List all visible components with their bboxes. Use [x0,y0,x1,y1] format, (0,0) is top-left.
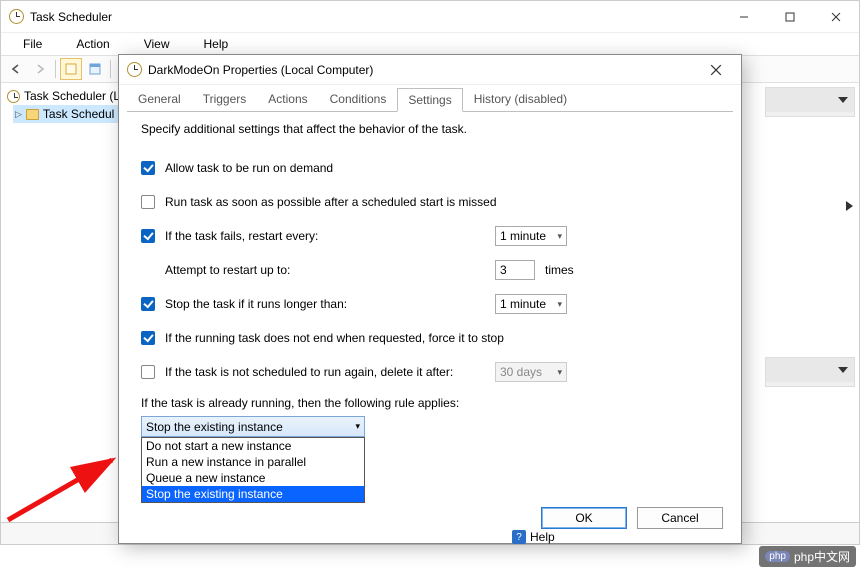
tree-root-label: Task Scheduler (L [24,89,120,103]
actions-panel [765,87,855,387]
checkbox-stop-longer[interactable] [141,297,155,311]
rule-dropdown-list: Do not start a new instance Run a new in… [141,437,365,503]
label-rule: If the task is already running, then the… [141,396,719,410]
menu-help[interactable]: Help [188,35,245,53]
checkbox-run-asap[interactable] [141,195,155,209]
scheduler-icon [7,90,20,103]
actions-head-1[interactable] [766,88,854,112]
label-if-fails: If the task fails, restart every: [165,229,495,243]
label-run-asap: Run task as soon as possible after a sch… [165,195,497,209]
chevron-down-icon: ▾ [557,299,562,310]
row-force-stop: If the running task does not end when re… [141,324,719,352]
collapse-icon [838,97,848,103]
help-icon: ? [512,530,526,544]
app-title: Task Scheduler [30,10,721,24]
label-delete-after: If the task is not scheduled to run agai… [165,365,495,379]
rule-combo: Stop the existing instance ▾ Do not star… [141,416,719,437]
toolbar-separator [110,60,111,78]
label-force-stop: If the running task does not end when re… [165,331,504,345]
row-attempt: Attempt to restart up to: 3 times [165,256,719,284]
tab-conditions[interactable]: Conditions [319,87,398,111]
tab-actions[interactable]: Actions [257,87,318,111]
rule-option-1[interactable]: Run a new instance in parallel [142,454,364,470]
row-run-asap: Run task as soon as possible after a sch… [141,188,719,216]
dialog-icon [127,62,142,77]
watermark-text: php中文网 [794,548,850,565]
cancel-button[interactable]: Cancel [637,507,723,529]
actions-section-2 [765,357,855,387]
row-delete-after: If the task is not scheduled to run agai… [141,358,719,386]
menu-view[interactable]: View [128,35,186,53]
forward-button[interactable] [29,58,51,80]
checkbox-delete-after[interactable] [141,365,155,379]
tree-library-label: Task Schedul [43,107,114,121]
tab-general[interactable]: General [127,87,192,111]
checkbox-force-stop[interactable] [141,331,155,345]
php-icon: php [765,551,790,562]
checkbox-if-fails[interactable] [141,229,155,243]
menubar: File Action View Help [1,33,859,55]
tab-triggers[interactable]: Triggers [192,87,258,111]
row-stop-longer: Stop the task if it runs longer than: 1 … [141,290,719,318]
app-icon [9,9,24,24]
actions-section-1 [765,87,855,117]
titlebar: Task Scheduler [1,1,859,33]
rule-option-2[interactable]: Queue a new instance [142,470,364,486]
help-label: Help [530,530,555,544]
rule-option-0[interactable]: Do not start a new instance [142,438,364,454]
maximize-button[interactable] [767,1,813,33]
row-if-fails: If the task fails, restart every: 1 minu… [141,222,719,250]
rule-option-3[interactable]: Stop the existing instance [142,486,364,502]
collapse-icon [838,367,848,373]
checkbox-allow-on-demand[interactable] [141,161,155,175]
toolbar-button-2[interactable] [84,58,106,80]
back-button[interactable] [5,58,27,80]
chevron-down-icon: ▾ [557,231,562,242]
expand-icon[interactable]: ▷ [15,109,22,120]
settings-description: Specify additional settings that affect … [141,122,719,136]
select-rule-value: Stop the existing instance [146,420,283,434]
run-arrow-icon [846,201,853,211]
input-attempt-count[interactable]: 3 [495,260,535,280]
label-stop-longer: Stop the task if it runs longer than: [165,297,495,311]
actions-head-2[interactable] [766,358,854,382]
tab-body: Specify additional settings that affect … [127,111,733,491]
dialog-buttons: OK Cancel [541,507,723,529]
watermark: php php中文网 [759,546,856,567]
dialog-close-button[interactable] [699,57,733,83]
tab-history[interactable]: History (disabled) [463,87,578,111]
menu-action[interactable]: Action [60,35,125,53]
ok-button[interactable]: OK [541,507,627,529]
label-allow-on-demand: Allow task to be run on demand [165,161,333,175]
toolbar-separator [55,60,56,78]
select-delete-after: 30 days▾ [495,362,567,382]
label-attempt-suffix: times [545,263,574,277]
properties-dialog: DarkModeOn Properties (Local Computer) G… [118,54,742,544]
minimize-button[interactable] [721,1,767,33]
folder-icon [26,109,39,120]
select-stop-longer[interactable]: 1 minute▾ [495,294,567,314]
row-allow-on-demand: Allow task to be run on demand [141,154,719,182]
dialog-tabs: General Triggers Actions Conditions Sett… [119,85,741,111]
close-button[interactable] [813,1,859,33]
menu-file[interactable]: File [7,35,58,53]
help-fragment: ? Help [512,530,555,544]
dialog-title: DarkModeOn Properties (Local Computer) [148,63,699,77]
dialog-titlebar: DarkModeOn Properties (Local Computer) [119,55,741,85]
label-attempt: Attempt to restart up to: [165,263,495,277]
chevron-down-icon: ▾ [557,367,562,378]
select-rule[interactable]: Stop the existing instance ▾ [141,416,365,437]
chevron-down-icon: ▾ [355,421,360,432]
tab-settings[interactable]: Settings [397,88,462,112]
toolbar-button-1[interactable] [60,58,82,80]
select-restart-interval[interactable]: 1 minute▾ [495,226,567,246]
